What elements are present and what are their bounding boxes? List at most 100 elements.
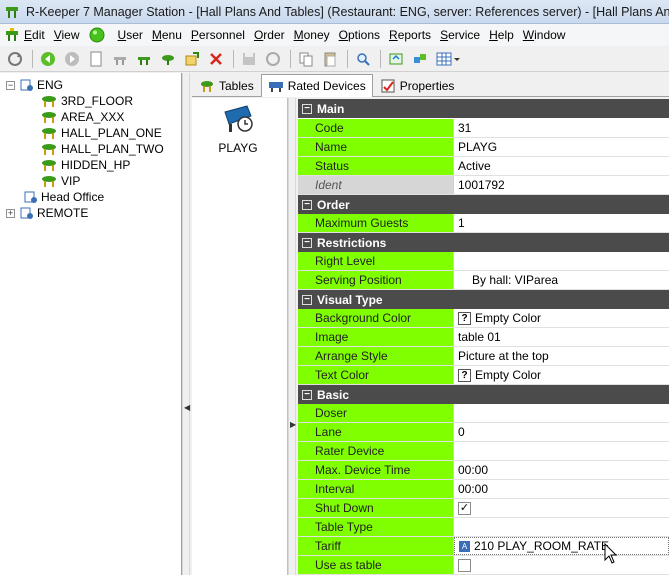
property-row-arrange-style[interactable]: Arrange Style Picture at the top bbox=[298, 347, 669, 366]
property-value[interactable]: By hall: VIParea bbox=[454, 271, 669, 289]
menu-money[interactable]: Money bbox=[290, 25, 334, 45]
menu-user[interactable]: User bbox=[114, 25, 147, 45]
tree-node-vip[interactable]: VIP bbox=[40, 173, 80, 189]
sync-button[interactable] bbox=[385, 48, 407, 70]
delete-button[interactable] bbox=[205, 48, 227, 70]
section-visual-type[interactable]: − Visual Type bbox=[298, 290, 669, 309]
property-row-table-type[interactable]: Table Type bbox=[298, 518, 669, 537]
property-value[interactable] bbox=[454, 404, 669, 422]
property-row-name[interactable]: Name PLAYG bbox=[298, 138, 669, 157]
property-row-doser[interactable]: Doser bbox=[298, 404, 669, 423]
tree-node-hall-plan-one[interactable]: HALL_PLAN_ONE bbox=[40, 125, 162, 141]
tab-properties[interactable]: Properties bbox=[373, 75, 462, 96]
property-row-interval[interactable]: Interval 00:00 bbox=[298, 480, 669, 499]
property-value-cell[interactable]: ? Empty Color bbox=[454, 309, 669, 327]
property-row-max-device-time[interactable]: Max. Device Time 00:00 bbox=[298, 461, 669, 480]
property-row-max-guests[interactable]: Maximum Guests 1 bbox=[298, 214, 669, 233]
tab-rated-devices-label: Rated Devices bbox=[287, 79, 366, 93]
collapse-icon[interactable]: − bbox=[302, 103, 312, 114]
menu-edit[interactable]: Edit bbox=[0, 25, 49, 45]
section-restrictions[interactable]: − Restrictions bbox=[298, 233, 669, 252]
device-item-playg[interactable]: PLAYG bbox=[206, 102, 270, 155]
property-row-ident[interactable]: Ident 1001792 bbox=[298, 176, 669, 195]
new-button[interactable] bbox=[85, 48, 107, 70]
tree-node-remote[interactable]: + REMOTE bbox=[6, 205, 88, 221]
menu-reports[interactable]: Reports bbox=[385, 25, 435, 45]
restore-button[interactable] bbox=[262, 48, 284, 70]
add-table-button[interactable] bbox=[109, 48, 131, 70]
grid-view-dropdown[interactable] bbox=[433, 48, 463, 70]
property-row-status[interactable]: Status Active bbox=[298, 157, 669, 176]
property-value[interactable]: table 01 bbox=[454, 328, 669, 346]
menu-options[interactable]: Options bbox=[335, 25, 384, 45]
property-value[interactable] bbox=[454, 442, 669, 460]
property-row-background-color[interactable]: Background Color ? Empty Color bbox=[298, 309, 669, 328]
shut-down-checkbox[interactable]: ✓ bbox=[458, 501, 471, 515]
chevron-left-icon[interactable]: ◀ bbox=[184, 403, 190, 413]
back-button[interactable] bbox=[37, 48, 59, 70]
tree-node-eng[interactable]: − ENG bbox=[6, 77, 63, 93]
tree-node-hall-plan-two[interactable]: HALL_PLAN_TWO bbox=[40, 141, 164, 157]
collapse-icon[interactable]: − bbox=[302, 199, 312, 210]
menu-window[interactable]: Window bbox=[519, 25, 570, 45]
property-value[interactable]: 1 bbox=[454, 214, 669, 232]
section-order[interactable]: − Order bbox=[298, 195, 669, 214]
collapse-icon[interactable]: − bbox=[6, 80, 15, 90]
collapse-icon[interactable]: − bbox=[302, 389, 312, 400]
property-value-cell[interactable]: A 210 PLAY_ROOM_RATE bbox=[454, 537, 669, 555]
left-splitter[interactable]: ◀ bbox=[182, 73, 190, 575]
save-button[interactable] bbox=[238, 48, 260, 70]
menu-help[interactable]: Help bbox=[485, 25, 518, 45]
property-value[interactable]: 00:00 bbox=[454, 461, 669, 479]
property-row-rater-device[interactable]: Rater Device bbox=[298, 442, 669, 461]
copy-button[interactable] bbox=[295, 48, 317, 70]
tree-node-head-office[interactable]: Head Office bbox=[22, 189, 104, 205]
section-main[interactable]: − Main bbox=[298, 99, 669, 118]
refresh-button[interactable] bbox=[4, 48, 26, 70]
layout-icon bbox=[414, 53, 426, 63]
tab-tables[interactable]: Tables bbox=[192, 75, 261, 96]
menu-order[interactable]: Order bbox=[250, 25, 289, 45]
menu-view[interactable]: View bbox=[50, 25, 84, 45]
section-title: Order bbox=[317, 197, 350, 212]
property-row-image[interactable]: Image table 01 bbox=[298, 328, 669, 347]
tree-node-area-xxx[interactable]: AREA_XXX bbox=[40, 109, 124, 125]
paste-button[interactable] bbox=[319, 48, 341, 70]
tree-node-hidden-hp[interactable]: HIDDEN_HP bbox=[40, 157, 130, 173]
collapse-icon[interactable]: − bbox=[302, 294, 312, 305]
property-row-shut-down[interactable]: Shut Down ✓ bbox=[298, 499, 669, 518]
property-value-cell[interactable]: ? Empty Color bbox=[454, 366, 669, 384]
chevron-right-icon[interactable]: ▶ bbox=[290, 420, 296, 430]
table-green-button[interactable] bbox=[157, 48, 179, 70]
property-row-serving-position[interactable]: Serving Position By hall: VIParea bbox=[298, 271, 669, 290]
use-as-table-checkbox[interactable] bbox=[458, 558, 471, 572]
property-value[interactable]: Picture at the top bbox=[454, 347, 669, 365]
property-value[interactable] bbox=[454, 252, 669, 270]
property-value[interactable]: Active bbox=[454, 157, 669, 175]
device-label: PLAYG bbox=[218, 141, 258, 155]
layout-button[interactable] bbox=[409, 48, 431, 70]
export-button[interactable] bbox=[181, 48, 203, 70]
tab-rated-devices[interactable]: Rated Devices bbox=[260, 74, 373, 97]
property-value[interactable] bbox=[454, 518, 669, 536]
expand-icon[interactable]: + bbox=[6, 208, 15, 218]
menu-personnel[interactable]: Personnel bbox=[187, 25, 249, 45]
section-basic[interactable]: − Basic bbox=[298, 385, 669, 404]
find-button[interactable] bbox=[352, 48, 374, 70]
property-row-text-color[interactable]: Text Color ? Empty Color bbox=[298, 366, 669, 385]
table-button[interactable] bbox=[133, 48, 155, 70]
menu-service[interactable]: Service bbox=[436, 25, 484, 45]
menu-menu[interactable]: Menu bbox=[148, 25, 186, 45]
property-value[interactable]: 00:00 bbox=[454, 480, 669, 498]
tree-node-3rd-floor[interactable]: 3RD_FLOOR bbox=[40, 93, 133, 109]
collapse-icon[interactable]: − bbox=[302, 237, 312, 248]
property-row-lane[interactable]: Lane 0 bbox=[298, 423, 669, 442]
property-value[interactable]: 31 bbox=[454, 119, 669, 137]
property-value[interactable]: 0 bbox=[454, 423, 669, 441]
property-row-right-level[interactable]: Right Level bbox=[298, 252, 669, 271]
forward-button[interactable] bbox=[61, 48, 83, 70]
property-value[interactable]: PLAYG bbox=[454, 138, 669, 156]
section-title: Visual Type bbox=[317, 292, 383, 307]
right-splitter[interactable]: ▶ bbox=[288, 98, 296, 575]
property-row-code[interactable]: Code 31 bbox=[298, 119, 669, 138]
